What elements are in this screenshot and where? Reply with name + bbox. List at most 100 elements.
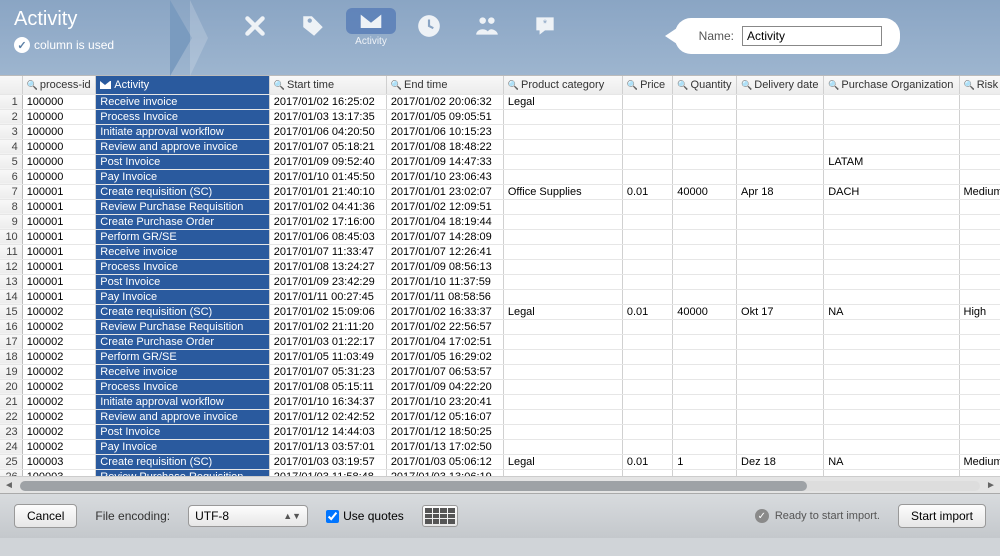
cell-price [622,244,672,259]
scroll-right-icon[interactable]: ► [986,480,996,491]
table-row[interactable]: 2100000Process Invoice2017/01/03 13:17:3… [0,109,1000,124]
scroll-track[interactable] [20,481,980,491]
cell-activity: Receive invoice [96,94,270,109]
table-row[interactable]: 26100003Review Purchase Requisition2017/… [0,469,1000,476]
table-row[interactable]: 25100003Create requisition (SC)2017/01/0… [0,454,1000,469]
grid-icon[interactable] [422,505,458,527]
magnifier-icon: 🔍 [828,80,839,90]
cell-process-id: 100002 [22,424,96,439]
table-row[interactable]: 22100002Review and approve invoice2017/0… [0,409,1000,424]
col-rownum[interactable] [0,76,22,94]
cell-price [622,469,672,476]
cell-category [503,334,622,349]
cell-start-time: 2017/01/01 21:40:10 [269,184,386,199]
col-quantity[interactable]: 🔍Quantity [673,76,737,94]
clock-icon[interactable] [409,6,449,46]
cell-process-id: 100001 [22,259,96,274]
cell-start-time: 2017/01/08 05:15:11 [269,379,386,394]
scroll-thumb[interactable] [20,481,807,491]
col-risk[interactable]: 🔍Risk [959,76,1000,94]
col-start-time[interactable]: 🔍Start time [269,76,386,94]
cell-price [622,139,672,154]
table-row[interactable]: 18100002Perform GR/SE2017/01/05 11:03:49… [0,349,1000,364]
table-row[interactable]: 23100002Post Invoice2017/01/12 14:44:032… [0,424,1000,439]
col-delivery-date[interactable]: 🔍Delivery date [737,76,824,94]
row-number: 15 [0,304,22,319]
cell-price [622,424,672,439]
cell-activity: Pay Invoice [96,169,270,184]
cell-category: Legal [503,94,622,109]
col-process-id[interactable]: 🔍process-id [22,76,96,94]
table-row[interactable]: 6100000Pay Invoice2017/01/10 01:45:50201… [0,169,1000,184]
col-price[interactable]: 🔍Price [622,76,672,94]
table-row[interactable]: 9100001Create Purchase Order2017/01/02 1… [0,214,1000,229]
envelope-icon[interactable] [346,8,396,34]
magnifier-icon: 🔍 [964,80,975,90]
use-quotes-input[interactable] [326,510,339,523]
col-product-category[interactable]: 🔍Product category [503,76,622,94]
cell-category [503,379,622,394]
cell-risk [959,214,1000,229]
cell-org [824,424,959,439]
col-activity[interactable]: Activity [96,76,270,94]
cell-org [824,214,959,229]
cancel-button[interactable]: Cancel [14,504,77,528]
table-row[interactable]: 19100002Receive invoice2017/01/07 05:31:… [0,364,1000,379]
cell-risk [959,139,1000,154]
table-row[interactable]: 7100001Create requisition (SC)2017/01/01… [0,184,1000,199]
table-row[interactable]: 15100002Create requisition (SC)2017/01/0… [0,304,1000,319]
start-import-button[interactable]: Start import [898,504,986,528]
table-scroll[interactable]: 🔍process-id Activity 🔍Start time 🔍End ti… [0,76,1000,476]
col-end-time[interactable]: 🔍End time [386,76,503,94]
use-quotes-checkbox[interactable]: Use quotes [326,509,404,523]
table-row[interactable]: 20100002Process Invoice2017/01/08 05:15:… [0,379,1000,394]
cell-risk [959,289,1000,304]
cell-date [737,154,824,169]
table-row[interactable]: 5100000Post Invoice2017/01/09 09:52:4020… [0,154,1000,169]
row-number: 22 [0,409,22,424]
table-row[interactable]: 24100002Pay Invoice2017/01/13 03:57:0120… [0,439,1000,454]
cell-price [622,274,672,289]
row-number: 8 [0,199,22,214]
table-row[interactable]: 10100001Perform GR/SE2017/01/06 08:45:03… [0,229,1000,244]
scroll-left-icon[interactable]: ◄ [4,480,14,491]
table-row[interactable]: 14100001Pay Invoice2017/01/11 00:27:4520… [0,289,1000,304]
name-input[interactable] [742,26,882,46]
table-row[interactable]: 8100001Review Purchase Requisition2017/0… [0,199,1000,214]
cell-price [622,94,672,109]
close-icon[interactable] [235,6,275,46]
table-row[interactable]: 16100002Review Purchase Requisition2017/… [0,319,1000,334]
cell-process-id: 100002 [22,394,96,409]
cell-start-time: 2017/01/05 11:03:49 [269,349,386,364]
cell-activity: Review Purchase Requisition [96,319,270,334]
cell-date [737,139,824,154]
magnifier-icon: 🔍 [677,80,688,90]
cell-category: Legal [503,454,622,469]
table-row[interactable]: 11100001Receive invoice2017/01/07 11:33:… [0,244,1000,259]
col-purchase-org[interactable]: 🔍Purchase Organization [824,76,959,94]
comment-star-icon[interactable]: * [525,6,565,46]
cell-end-time: 2017/01/05 09:05:51 [386,109,503,124]
file-encoding-select[interactable]: UTF-8 ▲▼ [188,505,308,527]
table-row[interactable]: 4100000Review and approve invoice2017/01… [0,139,1000,154]
people-icon[interactable] [467,6,507,46]
cell-end-time: 2017/01/10 23:20:41 [386,394,503,409]
cell-org [824,289,959,304]
table-row[interactable]: 21100002Initiate approval workflow2017/0… [0,394,1000,409]
table-row[interactable]: 12100001Process Invoice2017/01/08 13:24:… [0,259,1000,274]
table-row[interactable]: 1100000Receive invoice2017/01/02 16:25:0… [0,94,1000,109]
cell-end-time: 2017/01/09 04:22:20 [386,379,503,394]
cell-category [503,199,622,214]
table-row[interactable]: 13100001Post Invoice2017/01/09 23:42:292… [0,274,1000,289]
table-row[interactable]: 3100000Initiate approval workflow2017/01… [0,124,1000,139]
table-row[interactable]: 17100002Create Purchase Order2017/01/03 … [0,334,1000,349]
cell-risk [959,274,1000,289]
envelope-icon [100,81,111,89]
horizontal-scrollbar[interactable]: ◄ ► [0,476,1000,493]
tag-icon[interactable] [293,6,333,46]
cell-category [503,124,622,139]
cell-quantity [673,319,737,334]
activity-icon-wrap[interactable]: Activity [351,6,391,46]
cell-start-time: 2017/01/09 09:52:40 [269,154,386,169]
cell-category [503,139,622,154]
